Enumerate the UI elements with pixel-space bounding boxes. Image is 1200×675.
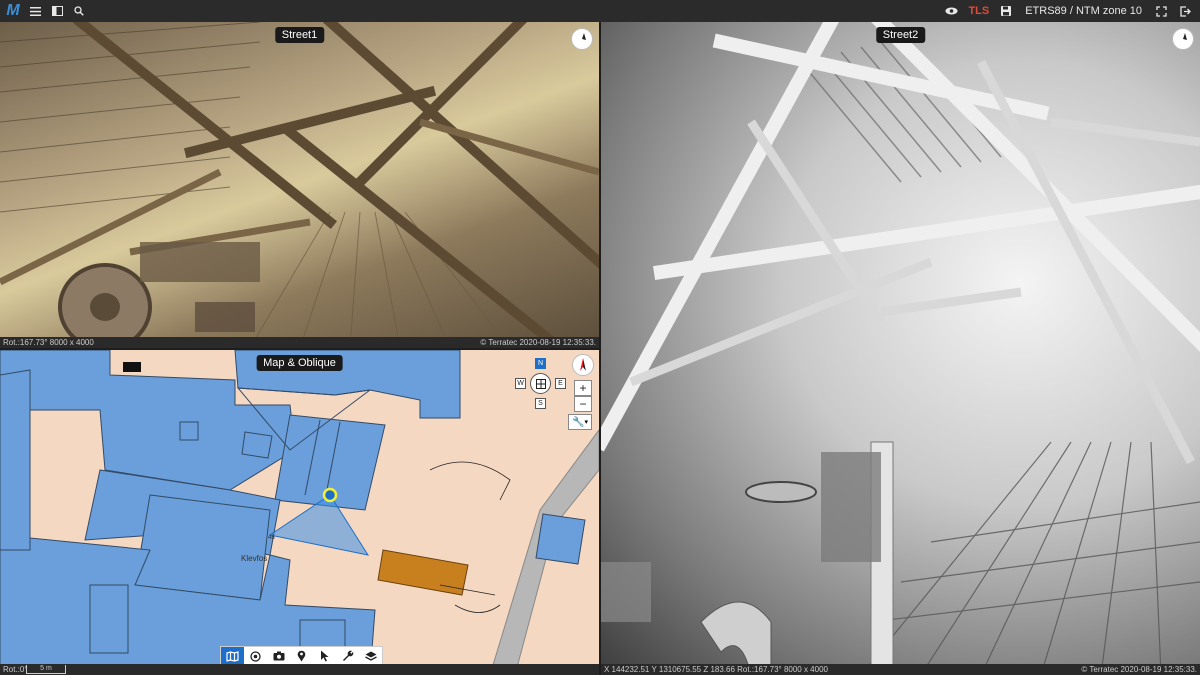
street1-status-right: © Terratec 2020-08-19 12:35:33. — [480, 338, 596, 347]
layers-icon[interactable] — [359, 647, 382, 665]
tls-toggle[interactable]: TLS — [964, 5, 993, 17]
zoom-in-button[interactable]: + — [574, 380, 592, 396]
map-icon[interactable] — [221, 647, 244, 665]
camera-icon[interactable] — [267, 647, 290, 665]
map-canvas — [0, 350, 599, 675]
street2-title: Street2 — [875, 27, 926, 43]
street2-status-left: X 144232.51 Y 1310675.55 Z 183.66 Rot.:1… — [604, 665, 828, 674]
grid-icon[interactable] — [530, 373, 551, 394]
nav-west-button[interactable]: W — [515, 378, 526, 389]
nav-north-button[interactable]: N — [535, 358, 546, 369]
cursor-icon[interactable] — [313, 647, 336, 665]
map-nav-pad: N W E S — [515, 358, 567, 410]
pointcloud-render — [601, 22, 1200, 675]
street2-pointcloud-view[interactable]: Street2 X 144232.51 Y 1310675.55 Z 183.6… — [601, 22, 1200, 675]
zoom-out-button[interactable]: − — [574, 396, 592, 412]
crs-selector[interactable]: ETRS89 / NTM zone 10 — [1019, 5, 1148, 17]
street1-view[interactable]: Street1 Rot.:167.73° 8000 x 4000 © Terra… — [0, 22, 599, 348]
eye-icon[interactable] — [940, 0, 962, 22]
street2-status-right: © Terratec 2020-08-19 12:35:33. — [1081, 665, 1197, 674]
map-settings-button[interactable]: 🔧 ▾ — [568, 414, 592, 430]
search-icon[interactable] — [68, 0, 90, 22]
panel-icon[interactable] — [46, 0, 68, 22]
map-title: Map & Oblique — [256, 355, 343, 371]
nav-south-button[interactable]: S — [535, 398, 546, 409]
logout-icon[interactable] — [1174, 0, 1196, 22]
map-view[interactable]: Klevfos 46 Map & Oblique N W E S + − 🔧▾ — [0, 350, 599, 675]
street2-statusbar: X 144232.51 Y 1310675.55 Z 183.66 Rot.:1… — [601, 664, 1200, 675]
map-toolbar — [220, 646, 383, 666]
chevron-down-icon: ▾ — [584, 419, 588, 426]
map-compass-icon[interactable] — [572, 354, 594, 376]
street2-compass-icon[interactable] — [1172, 28, 1194, 50]
pin-icon[interactable] — [290, 647, 313, 665]
street1-title: Street1 — [274, 27, 325, 43]
wrench-icon[interactable] — [336, 647, 359, 665]
map-place-label: Klevfos — [241, 554, 268, 563]
attic-photo — [0, 22, 599, 348]
street1-compass-icon[interactable] — [571, 28, 593, 50]
menu-icon[interactable] — [24, 0, 46, 22]
save-icon[interactable] — [995, 0, 1017, 22]
map-status-left: Rot.:0° — [3, 665, 28, 674]
fullscreen-icon[interactable] — [1150, 0, 1172, 22]
app-logo[interactable]: M — [2, 0, 24, 22]
map-scalebar: 5 m — [26, 665, 66, 674]
target-icon[interactable] — [244, 647, 267, 665]
map-building-number: 46 — [268, 535, 275, 541]
wrench-icon: 🔧 — [572, 416, 585, 428]
nav-east-button[interactable]: E — [555, 378, 566, 389]
top-toolbar: M TLS ETRS89 / NTM zone 10 — [0, 0, 1200, 22]
map-statusbar: Rot.:0° — [0, 664, 599, 675]
street1-statusbar: Rot.:167.73° 8000 x 4000 © Terratec 2020… — [0, 337, 599, 348]
street1-status-left: Rot.:167.73° 8000 x 4000 — [3, 338, 94, 347]
